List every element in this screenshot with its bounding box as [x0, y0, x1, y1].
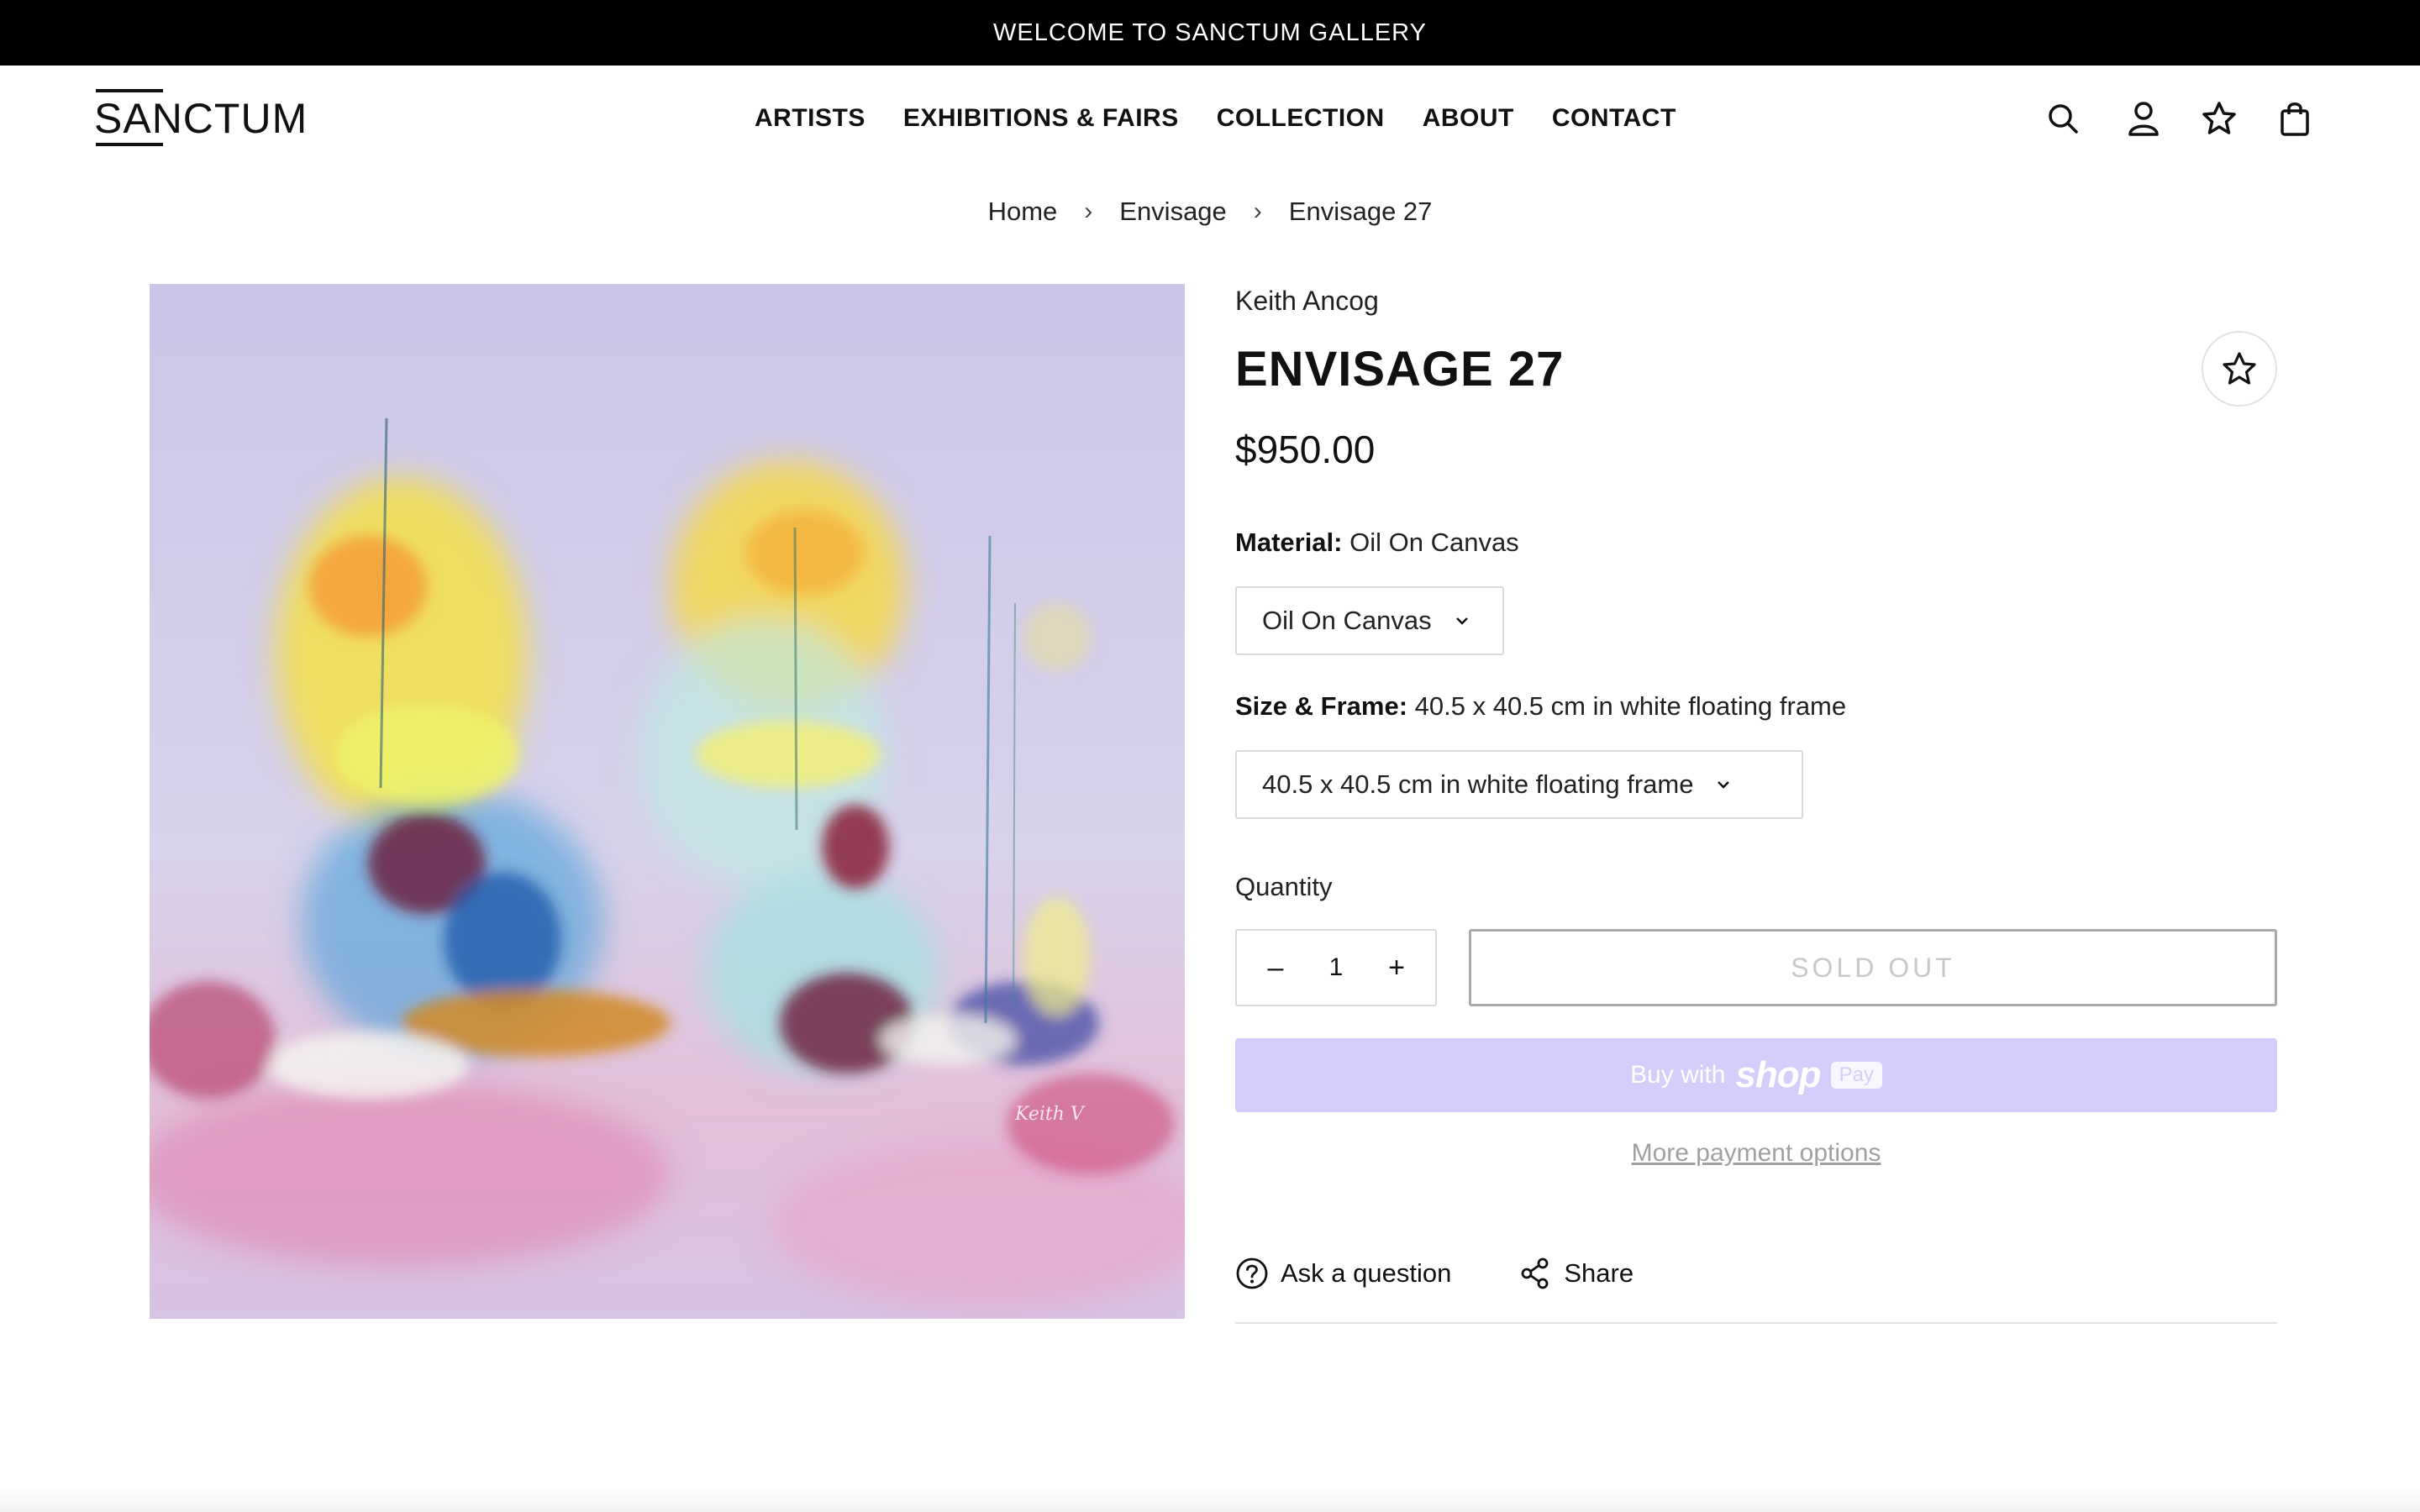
chevron-down-icon [1715, 779, 1732, 790]
chevron-down-icon [1454, 615, 1470, 627]
breadcrumb: Home › Envisage › Envisage 27 [0, 197, 2420, 227]
shoppay-pay-badge: Pay [1830, 1062, 1882, 1089]
logo[interactable]: SANCTUM [94, 89, 308, 148]
search-icon[interactable] [2042, 97, 2084, 139]
bag-icon[interactable] [2274, 97, 2316, 139]
shoppay-brand: shop [1735, 1054, 1821, 1095]
logo-text: SANCTUM [94, 95, 308, 142]
quantity-input[interactable] [1311, 953, 1361, 982]
quantity-decrease-button[interactable]: – [1259, 952, 1292, 984]
breadcrumb-home[interactable]: Home [988, 197, 1058, 227]
painting-signature: Keith V [1014, 1104, 1086, 1125]
divider [1235, 1322, 2277, 1324]
size-frame-select[interactable]: 40.5 x 40.5 cm in white floating frame [1235, 750, 1803, 819]
announcement-bar: WELCOME TO SANCTUM GALLERY [0, 0, 2420, 66]
more-payment-options-link[interactable]: More payment options [1235, 1139, 2277, 1168]
material-selected: Oil On Canvas [1262, 606, 1432, 635]
quantity-stepper: – + [1235, 929, 1437, 1006]
breadcrumb-chevron-icon: › [1253, 197, 1262, 225]
nav-collection[interactable]: COLLECTION [1217, 101, 1385, 136]
nav-about[interactable]: ABOUT [1423, 101, 1514, 136]
page-bottom-edge [0, 1487, 2420, 1512]
quantity-label: Quantity [1235, 872, 1333, 901]
share-icon [1521, 1257, 1549, 1289]
shop-pay-button[interactable]: Buy with shop Pay [1235, 1038, 2277, 1112]
nav-exhibitions-fairs[interactable]: EXHIBITIONS & FAIRS [903, 101, 1179, 136]
main-nav: ARTISTS EXHIBITIONS & FAIRS COLLECTION A… [755, 101, 1676, 136]
wishlist-star-icon[interactable] [2198, 97, 2240, 139]
share-button[interactable]: Share [1518, 1257, 1634, 1290]
product-price: $950.00 [1235, 428, 1376, 471]
add-to-wishlist-button[interactable] [2202, 331, 2277, 407]
product-actions: Ask a question Share [1235, 1257, 1634, 1290]
ask-question-button[interactable]: Ask a question [1235, 1257, 1451, 1290]
logo-bar-top [96, 89, 163, 92]
material-label: Material: Oil On Canvas [1235, 528, 1519, 558]
account-icon[interactable] [2123, 97, 2165, 139]
share-label: Share [1564, 1258, 1634, 1288]
material-label-key: Material: [1235, 528, 1343, 557]
announcement-text: WELCOME TO SANCTUM GALLERY [993, 18, 1427, 46]
size-selected: 40.5 x 40.5 cm in white floating frame [1262, 769, 1694, 799]
nav-contact[interactable]: CONTACT [1552, 101, 1676, 136]
question-icon [1236, 1257, 1268, 1289]
logo-bar-bottom [96, 143, 163, 146]
product-title: ENVISAGE 27 [1235, 342, 1565, 396]
painting-artwork: Keith V [150, 284, 1185, 1319]
star-icon [2223, 352, 2256, 385]
material-label-value: Oil On Canvas [1349, 528, 1519, 557]
breadcrumb-current: Envisage 27 [1288, 197, 1433, 226]
size-label-value: 40.5 x 40.5 cm in white floating frame [1414, 691, 1847, 721]
sold-out-button[interactable]: SOLD OUT [1469, 929, 2277, 1006]
material-select[interactable]: Oil On Canvas [1235, 586, 1504, 655]
nav-artists[interactable]: ARTISTS [755, 101, 865, 136]
site-header: SANCTUM ARTISTS EXHIBITIONS & FAIRS COLL… [0, 66, 2420, 171]
product-image[interactable]: Keith V [150, 284, 1185, 1319]
artist-name[interactable]: Keith Ancog [1235, 286, 1379, 317]
size-frame-label: Size & Frame: 40.5 x 40.5 cm in white fl… [1235, 691, 1846, 722]
header-icons [2042, 97, 2344, 139]
shoppay-prefix: Buy with [1630, 1061, 1726, 1089]
breadcrumb-envisage[interactable]: Envisage [1119, 197, 1227, 227]
breadcrumb-chevron-icon: › [1084, 197, 1093, 225]
quantity-increase-button[interactable]: + [1380, 952, 1413, 984]
size-label-key: Size & Frame: [1235, 691, 1408, 721]
ask-question-label: Ask a question [1281, 1258, 1452, 1288]
